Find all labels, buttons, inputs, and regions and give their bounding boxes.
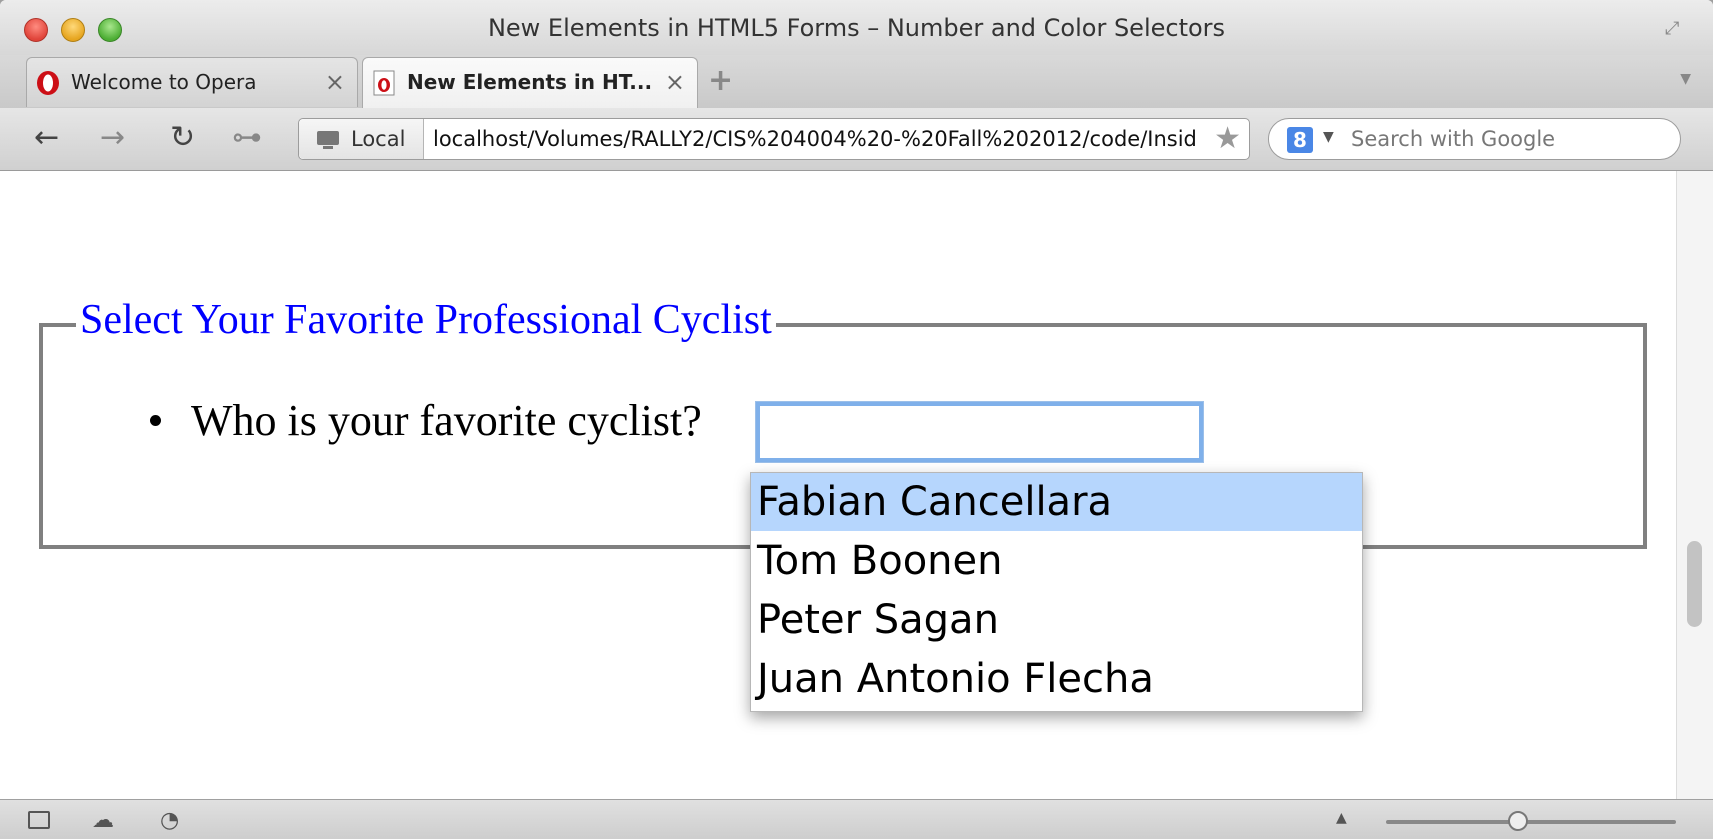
cyclist-input[interactable] — [755, 401, 1204, 463]
tab-welcome[interactable]: Welcome to Opera × — [26, 57, 358, 107]
navigation-toolbar: ← → ↻ ⊶ Local localhost/Volumes/RALLY2/C… — [0, 108, 1713, 171]
search-field[interactable]: 8 ▼ Search with Google — [1268, 118, 1681, 160]
bookmark-star-icon[interactable]: ★ — [1214, 121, 1241, 156]
tab-menu-icon[interactable]: ▼ — [1680, 71, 1691, 87]
monitor-icon — [317, 131, 339, 149]
fullscreen-icon[interactable]: ⤢ — [1665, 18, 1687, 40]
vertical-scrollbar[interactable] — [1676, 171, 1713, 799]
scrollbar-thumb[interactable] — [1687, 541, 1702, 627]
title-bar: New Elements in HTML5 Forms – Number and… — [0, 0, 1713, 58]
page-content: Select Your Favorite Professional Cyclis… — [0, 171, 1676, 799]
site-info-badge[interactable]: Local — [299, 119, 424, 159]
suggestion-item[interactable]: Tom Boonen — [751, 532, 1362, 590]
zoom-slider[interactable] — [1386, 820, 1676, 824]
zoom-menu-icon[interactable]: ▲ — [1336, 810, 1347, 826]
opera-turbo-gauge-icon[interactable]: ◔ — [160, 808, 179, 833]
new-tab-button[interactable]: + — [708, 63, 733, 98]
key-icon[interactable]: ⊶ — [232, 120, 262, 156]
close-tab-icon[interactable]: × — [665, 68, 685, 96]
tab-label: Welcome to Opera — [71, 70, 257, 94]
google-search-engine-icon[interactable]: 8 — [1287, 127, 1313, 153]
search-engine-dropdown-icon[interactable]: ▼ — [1323, 129, 1334, 145]
question-label: Who is your favorite cyclist? — [191, 396, 702, 445]
opera-unite-cloud-icon[interactable]: ☁ — [92, 808, 114, 833]
forward-arrow-icon[interactable]: → — [100, 120, 125, 156]
suggestion-item[interactable]: Fabian Cancellara — [751, 473, 1362, 531]
fieldset-legend: Select Your Favorite Professional Cyclis… — [76, 296, 776, 344]
tab-new-elements[interactable]: New Elements in HT... × — [362, 57, 698, 109]
browser-window: New Elements in HTML5 Forms – Number and… — [0, 0, 1713, 839]
tab-strip: Welcome to Opera × New Elements in HT...… — [0, 55, 1713, 109]
list-bullet — [150, 415, 161, 426]
address-bar[interactable]: Local localhost/Volumes/RALLY2/CIS%20400… — [298, 118, 1250, 160]
zoom-slider-knob[interactable] — [1508, 811, 1528, 831]
suggestion-item[interactable]: Peter Sagan — [751, 591, 1362, 649]
close-tab-icon[interactable]: × — [325, 68, 345, 96]
opera-logo-icon — [37, 71, 59, 95]
local-label: Local — [351, 127, 406, 151]
back-arrow-icon[interactable]: ← — [34, 120, 59, 156]
reload-icon[interactable]: ↻ — [170, 120, 195, 156]
autocomplete-dropdown: Fabian Cancellara Tom Boonen Peter Sagan… — [750, 472, 1363, 712]
search-placeholder: Search with Google — [1351, 127, 1556, 151]
panel-toggle-icon[interactable] — [28, 811, 50, 829]
tab-label: New Elements in HT... — [407, 70, 653, 94]
url-text[interactable]: localhost/Volumes/RALLY2/CIS%204004%20-%… — [433, 127, 1213, 151]
opera-page-icon — [373, 70, 395, 96]
window-title: New Elements in HTML5 Forms – Number and… — [487, 14, 1226, 42]
suggestion-item[interactable]: Juan Antonio Flecha — [751, 650, 1362, 708]
status-bar: ☁ ◔ ▲ — [0, 799, 1713, 839]
